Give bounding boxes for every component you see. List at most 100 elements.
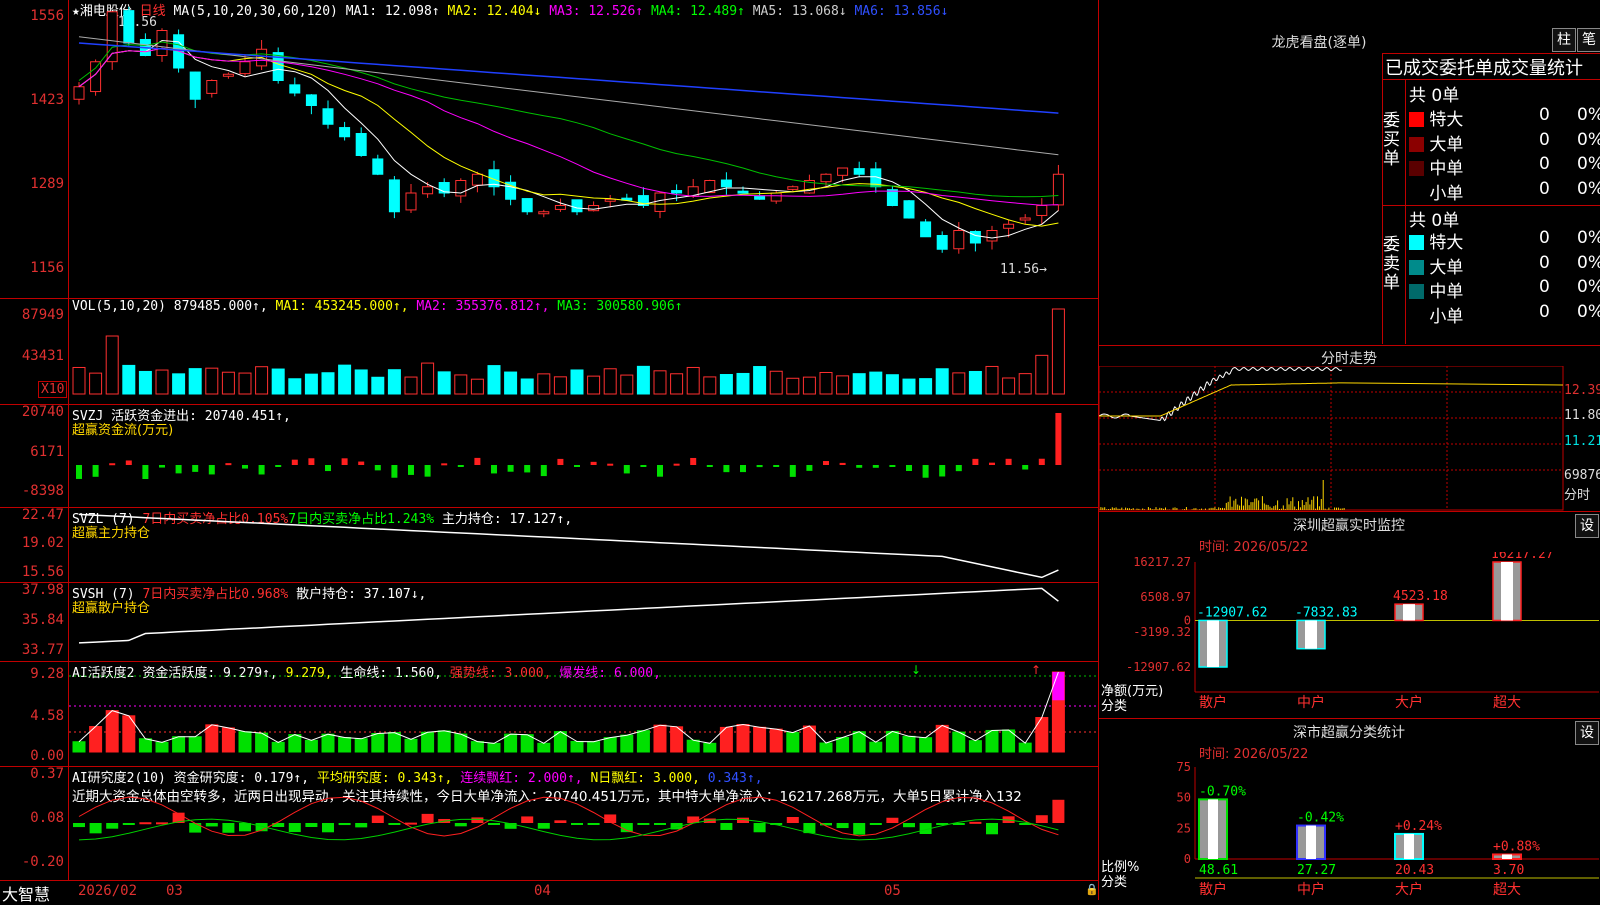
candle-body [853,168,865,175]
divider [1405,80,1406,344]
svsh-panel[interactable]: SVSH (7) 7日内买卖净占比0.968% 散户持仓: 37.107↓, 超… [0,582,1098,661]
candle-body [886,189,898,206]
bar-highlight [1501,562,1513,621]
ai-active-panel[interactable]: AI活跃度2 资金活跃度: 9.279↑, 9.279, 生命线: 1.560,… [0,662,1098,766]
sz-monitor-panel[interactable]: 深圳超赢实时监控 设 时间: 2026/05/22 净额(万元) 分类 1621… [1099,511,1600,719]
net-amount-label: -12907.62 [1197,605,1267,620]
activity-bar [271,741,285,753]
volume-panel[interactable]: VOL(5,10,20) 879485.000↑, MA1: 453245.00… [0,299,1098,404]
bar-highlight [1502,854,1512,859]
candle-body [206,80,218,94]
tick-view-button[interactable]: 笔 [1577,28,1600,52]
research-bar [371,815,384,823]
bar-highlight [1305,620,1317,649]
research-tick: -0.20 [21,854,64,870]
candle-body [737,190,749,194]
money-flow-bar [474,457,481,465]
candlestick-chart[interactable] [69,0,1098,298]
svzj-panel[interactable]: SVZJ 活跃资金进出: 20740.451↑, 超赢资金流(万元) 20740… [0,404,1098,507]
classify-tick: 50 [1177,791,1191,805]
ratio-value-label: 48.61 [1199,863,1238,878]
bar-view-button[interactable]: 柱 [1552,28,1576,52]
ai-research-panel[interactable]: AI研究度2(10) 资金研究度: 0.179↑, 平均研究度: 0.343↑,… [0,766,1098,880]
ai-research-chart[interactable] [69,767,1098,880]
money-flow-bar [491,465,497,474]
date-label: 03 [166,883,183,899]
money-flow-chart[interactable] [69,405,1098,507]
order-percent: 0% [1577,228,1600,248]
volume-bar [304,373,318,395]
sz-classify-panel[interactable]: 深市超赢分类统计 设 时间: 2026/05/22 比例% 分类 75 50 25 0… [1099,718,1600,901]
svzl-tick: 19.02 [21,535,64,551]
activity-bar [188,736,202,753]
svzl-panel[interactable]: SVZL (7) 7日内买卖净占比0.105%7日内买卖净占比1.243% 主力… [0,507,1098,582]
research-bar [139,822,152,825]
activity-bar [919,737,933,753]
settings-button[interactable]: 设 [1575,721,1599,745]
ai-active-tick: 9.28 [30,666,64,682]
sz-classify-chart[interactable]: 75 50 25 0 -0.70% 48.61 散户 -0.42% 27.27 中户 +0.24% 2… [1099,759,1600,901]
main-holding-chart[interactable] [69,508,1098,582]
volume-bar [1018,373,1032,395]
ai-active-chart[interactable]: ↓ ↑ [69,662,1098,766]
research-bar [322,823,334,833]
activity-bar [354,738,368,753]
volume-bar [570,369,584,395]
candle-body [936,234,948,250]
settings-button[interactable]: 设 [1575,514,1599,538]
lock-icon[interactable]: 🔒 [1085,883,1099,896]
ai-active-tick: 4.58 [30,708,64,724]
candle-body [322,108,334,125]
candle-body [339,127,351,138]
ratio-value-label: 3.70 [1493,863,1524,878]
ai-active-tick: 0.00 [30,748,64,764]
money-flow-bar [906,465,912,471]
category-label: 超大 [1493,882,1521,898]
money-flow-bar [142,465,149,480]
activity-bar [985,729,999,753]
activity-bar [105,710,119,753]
activity-bar [753,726,767,753]
activity-bar [736,724,750,753]
candle-body [521,198,533,213]
activity-bar [304,739,318,753]
sz-monitor-chart[interactable]: 16217.276508.970-3199.32-12907.62-12907.… [1099,552,1600,719]
order-row: 特大 0 0% [1409,228,1600,253]
order-count: 0 [1539,129,1550,150]
candle-body [372,158,384,175]
divider [1382,53,1383,344]
intraday-panel[interactable]: 分时走势 12.39 11.80 11.21 69876 分时 [1099,345,1600,511]
research-bar [1035,815,1048,823]
chart-area[interactable]: ★湘电股份 日线 MA(5,10,20,30,60,120) MA1: 12.0… [0,0,1099,904]
candle-body [671,190,683,194]
volume-chart[interactable] [69,299,1098,404]
volume-bar [321,372,335,395]
price-panel[interactable]: ★湘电股份 日线 MA(5,10,20,30,60,120) MA1: 12.0… [0,0,1098,298]
volume-bar [719,374,733,395]
intraday-price-label: 11.21 [1564,434,1600,449]
intraday-chart[interactable] [1099,366,1600,511]
svzj-tick: -8398 [21,483,64,499]
legend-swatch [1409,112,1424,127]
order-count: 0 [1539,277,1550,297]
money-flow-bar [690,457,697,465]
volume-bar [670,373,684,395]
candle-body [720,179,732,188]
price-tick: 1423 [30,92,64,108]
retail-holding-chart[interactable] [69,583,1098,661]
money-flow-bar [557,458,564,465]
intraday-tab[interactable]: 分时 [1564,484,1590,503]
order-row: 中单 0 0% [1409,277,1600,302]
volume-bar [537,373,551,395]
candle-body [986,230,998,242]
activity-bar [1035,717,1049,753]
legend-swatch [1409,136,1424,152]
category-label: 散户 [1199,881,1227,898]
activity-bar [769,728,783,753]
intraday-price-line [1099,366,1343,422]
activity-bar [437,730,451,753]
retail-holding-line [78,587,1059,644]
order-size-label: 大单 [1424,257,1464,278]
legend-swatch [1409,259,1424,275]
money-flow-bar [872,465,879,468]
